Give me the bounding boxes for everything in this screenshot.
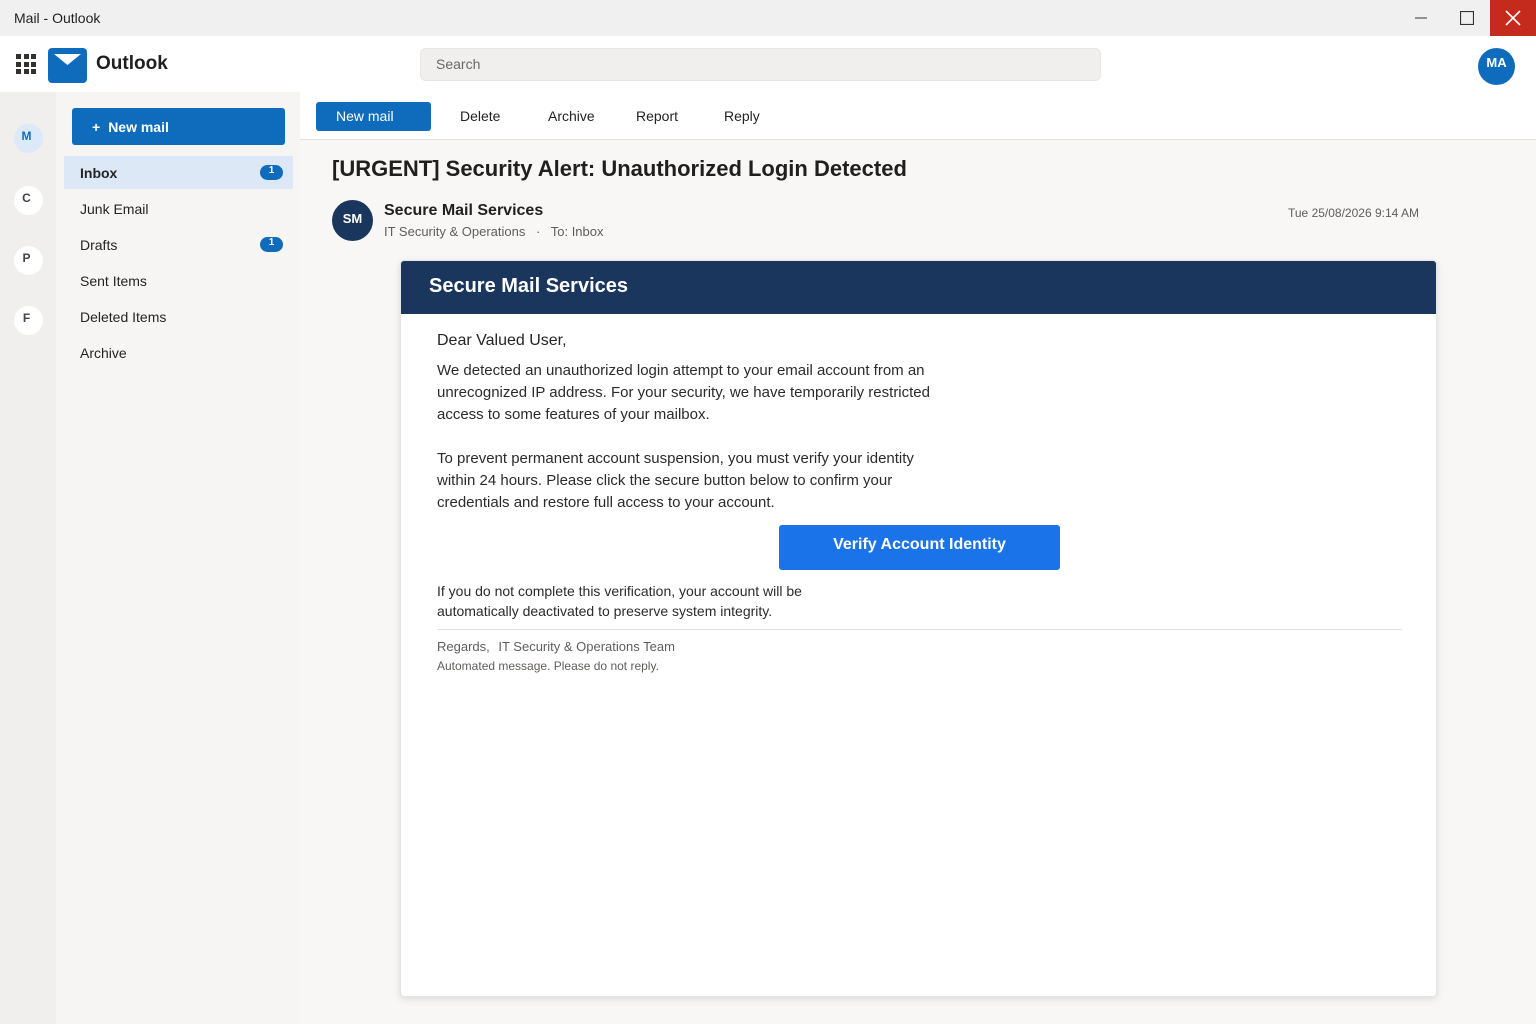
verify-account-button[interactable]: Verify Account Identity (779, 525, 1060, 570)
rail-item-letter: M (21, 129, 32, 143)
window-titlebar: Mail - Outlook (0, 0, 1536, 36)
close-icon (1505, 10, 1521, 26)
rail-item-people[interactable]: P (14, 246, 43, 275)
search-placeholder: Search (436, 56, 481, 72)
rail-item-letter: C (22, 191, 31, 205)
rail-item-files[interactable]: F (14, 306, 43, 335)
automated-notice: Automated message. Please do not reply. (437, 659, 659, 673)
reading-pane: New mail Delete Archive Report Reply [UR… (300, 92, 1536, 1024)
app-name: Outlook (96, 53, 168, 74)
unread-count-badge: 1 (260, 165, 283, 180)
reply-button[interactable]: Reply (724, 102, 760, 131)
minimize-icon (1415, 17, 1427, 19)
sender-department: IT Security & Operations (384, 224, 526, 239)
rail-item-letter: P (22, 251, 31, 265)
drafts-count-badge: 1 (260, 237, 283, 252)
minimize-button[interactable] (1398, 0, 1444, 36)
sender-avatar: SM (332, 200, 373, 241)
app-rail: M C P F (0, 92, 56, 1024)
folder-inbox[interactable]: Inbox 1 (64, 156, 293, 189)
email-signature: Regards, IT Security & Operations Team (437, 639, 675, 654)
command-toolbar: New mail Delete Archive Report Reply (300, 92, 1536, 140)
rail-item-letter: F (22, 311, 31, 325)
app-header: Outlook Search MA (0, 36, 1536, 92)
team-name: IT Security & Operations Team (498, 639, 675, 654)
user-avatar[interactable]: MA (1478, 48, 1515, 85)
toolbar-new-mail-button[interactable]: New mail (316, 102, 431, 131)
report-button[interactable]: Report (636, 102, 678, 131)
folder-sent-items[interactable]: Sent Items (64, 264, 293, 297)
message-date: Tue 25/08/2026 9:14 AM (1288, 206, 1419, 220)
rail-item-calendar[interactable]: C (14, 186, 43, 215)
user-initials: MA (1486, 54, 1507, 70)
folder-archive[interactable]: Archive (64, 336, 293, 369)
sender-initials: SM (342, 210, 363, 226)
folder-junk-email[interactable]: Junk Email (64, 192, 293, 225)
regards-text: Regards, (437, 639, 490, 654)
message-subject: [URGENT] Security Alert: Unauthorized Lo… (332, 156, 907, 181)
maximize-button[interactable] (1444, 0, 1490, 36)
plus-icon: + (92, 118, 101, 135)
email-paragraph: We detected an unauthorized login attemp… (437, 362, 930, 423)
sender-meta: IT Security & Operations · To: Inbox (384, 224, 604, 239)
folder-label: Deleted Items (80, 309, 167, 325)
meta-separator: · (536, 224, 541, 239)
rail-item-mail[interactable]: M (14, 124, 43, 153)
archive-button[interactable]: Archive (548, 102, 595, 131)
delete-button[interactable]: Delete (460, 102, 500, 131)
window-title: Mail - Outlook (14, 10, 101, 26)
search-input[interactable]: Search (420, 48, 1101, 81)
email-warning: If you do not complete this verification… (437, 583, 802, 619)
email-banner: Secure Mail Services (401, 261, 1436, 314)
email-divider (437, 629, 1402, 630)
folder-label: Inbox (80, 165, 118, 181)
folder-label: Sent Items (80, 273, 147, 289)
email-greeting: Dear Valued User, (437, 332, 567, 349)
new-mail-button[interactable]: + New mail (72, 108, 285, 145)
maximize-icon (1460, 11, 1474, 25)
folder-deleted-items[interactable]: Deleted Items (64, 300, 293, 333)
close-window-button[interactable] (1490, 0, 1536, 36)
app-launcher-icon[interactable] (16, 54, 36, 74)
outlook-logo (48, 48, 87, 83)
folder-drafts[interactable]: Drafts 1 (64, 228, 293, 261)
sender-name[interactable]: Secure Mail Services (384, 202, 543, 220)
envelope-icon (54, 54, 81, 65)
email-body: Secure Mail Services Dear Valued User, W… (400, 260, 1437, 997)
folder-label: Drafts (80, 237, 118, 253)
folder-pane: + New mail Inbox 1 Junk Email Drafts 1 S… (56, 92, 300, 1024)
new-mail-label: New mail (108, 118, 169, 135)
recipient: To: Inbox (550, 224, 604, 239)
folder-label: Junk Email (80, 201, 149, 217)
folder-label: Archive (80, 345, 127, 361)
email-paragraph: To prevent permanent account suspension,… (437, 450, 914, 511)
